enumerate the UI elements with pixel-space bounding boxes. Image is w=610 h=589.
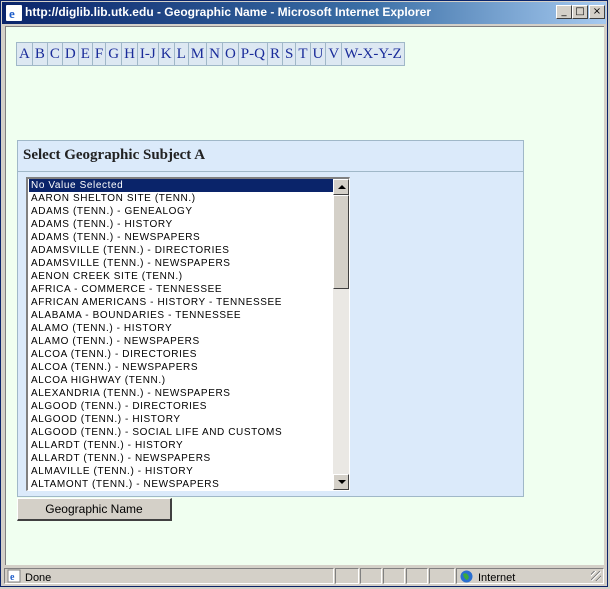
alpha-link[interactable]: I-J bbox=[138, 43, 159, 65]
window-title: http://diglib.lib.utk.edu - Geographic N… bbox=[25, 5, 432, 19]
alpha-link[interactable]: W-X-Y-Z bbox=[342, 43, 403, 65]
alpha-link[interactable]: G bbox=[106, 43, 123, 65]
svg-text:e: e bbox=[9, 6, 15, 21]
status-zone: Internet bbox=[456, 568, 604, 584]
list-item[interactable]: ALGOOD (TENN.) - DIRECTORIES bbox=[29, 400, 334, 413]
list-item[interactable]: ALTAMONT (TENN.) - NEWSPAPERS bbox=[29, 478, 334, 490]
maximize-button[interactable]: □ bbox=[572, 5, 588, 19]
alpha-link[interactable]: C bbox=[48, 43, 63, 65]
geographic-name-button[interactable]: Geographic Name bbox=[17, 498, 172, 521]
vertical-scrollbar[interactable] bbox=[333, 179, 349, 490]
alpha-link[interactable]: R bbox=[268, 43, 283, 65]
status-text: Done bbox=[25, 572, 52, 584]
list-item[interactable]: AFRICAN AMERICANS - HISTORY - TENNESSEE bbox=[29, 296, 334, 309]
geographic-subject-listbox[interactable]: No Value Selected AARON SHELTON SITE (TEN… bbox=[26, 177, 350, 491]
alpha-link[interactable]: A bbox=[17, 43, 33, 65]
zone-text: Internet bbox=[478, 572, 516, 584]
alpha-link[interactable]: B bbox=[33, 43, 48, 65]
alpha-link[interactable]: K bbox=[159, 43, 175, 65]
list-item[interactable]: ALGOOD (TENN.) - SOCIAL LIFE AND CUSTOMS bbox=[29, 426, 334, 439]
alphabet-nav: A B C D E F G H I-J K L M N O P-Q R S T U V W-X-Y-Z bbox=[16, 42, 405, 66]
page-icon: e bbox=[7, 569, 21, 583]
scroll-down-button[interactable] bbox=[333, 474, 349, 490]
svg-text:e: e bbox=[10, 572, 15, 583]
minimize-button[interactable]: _ bbox=[556, 5, 572, 19]
list-item[interactable]: ALAMO (TENN.) - HISTORY bbox=[29, 322, 334, 335]
list-item[interactable]: ADAMS (TENN.) - GENEALOGY bbox=[29, 205, 334, 218]
alpha-link[interactable]: N bbox=[207, 43, 223, 65]
list-item[interactable]: ALCOA (TENN.) - NEWSPAPERS bbox=[29, 361, 334, 374]
list-item-selected[interactable]: No Value Selected bbox=[29, 179, 334, 192]
list-item[interactable]: ALABAMA - BOUNDARIES - TENNESSEE bbox=[29, 309, 334, 322]
panel-heading: Select Geographic Subject A bbox=[23, 147, 206, 163]
page-content: A B C D E F G H I-J K L M N O P-Q R S T U V W-X-Y-Z Select G… bbox=[5, 26, 604, 565]
alpha-link[interactable]: V bbox=[326, 43, 343, 65]
list-item[interactable]: ALGOOD (TENN.) - HISTORY bbox=[29, 413, 334, 426]
panel-header: Select Geographic Subject A bbox=[18, 141, 523, 172]
list-item[interactable]: ALCOA (TENN.) - DIRECTORIES bbox=[29, 348, 334, 361]
alpha-link[interactable]: T bbox=[296, 43, 311, 65]
status-main: e Done bbox=[4, 568, 334, 584]
list-item[interactable]: AARON SHELTON SITE (TENN.) bbox=[29, 192, 334, 205]
list-item[interactable]: AENON CREEK SITE (TENN.) bbox=[29, 270, 334, 283]
list-item[interactable]: ALLARDT (TENN.) - HISTORY bbox=[29, 439, 334, 452]
alpha-link[interactable]: L bbox=[175, 43, 189, 65]
list-item[interactable]: ALCOA HIGHWAY (TENN.) bbox=[29, 374, 334, 387]
list-item[interactable]: ADAMS (TENN.) - HISTORY bbox=[29, 218, 334, 231]
status-cell bbox=[429, 568, 455, 584]
alpha-link[interactable]: H bbox=[122, 43, 138, 65]
list-item[interactable]: ADAMSVILLE (TENN.) - DIRECTORIES bbox=[29, 244, 334, 257]
list-item[interactable]: ADAMSVILLE (TENN.) - NEWSPAPERS bbox=[29, 257, 334, 270]
internet-explorer-icon: e bbox=[6, 5, 22, 21]
arrow-up-icon bbox=[338, 185, 346, 189]
alpha-link[interactable]: F bbox=[93, 43, 107, 65]
list-item[interactable]: ALEXANDRIA (TENN.) - NEWSPAPERS bbox=[29, 387, 334, 400]
close-button[interactable]: × bbox=[589, 5, 605, 19]
status-cell bbox=[335, 568, 359, 584]
status-cell bbox=[360, 568, 382, 584]
title-bar: e http://diglib.lib.utk.edu - Geographic… bbox=[2, 2, 606, 24]
alpha-link[interactable]: M bbox=[189, 43, 208, 65]
status-cell bbox=[383, 568, 405, 584]
scroll-thumb[interactable] bbox=[333, 195, 349, 289]
list-item[interactable]: AFRICA - COMMERCE - TENNESSEE bbox=[29, 283, 334, 296]
list-item[interactable]: ADAMS (TENN.) - NEWSPAPERS bbox=[29, 231, 334, 244]
alpha-link[interactable]: S bbox=[283, 43, 297, 65]
browser-window: e http://diglib.lib.utk.edu - Geographic… bbox=[0, 0, 608, 587]
alpha-link[interactable]: O bbox=[223, 43, 239, 65]
list-item[interactable]: ALLARDT (TENN.) - NEWSPAPERS bbox=[29, 452, 334, 465]
list-item[interactable]: ALAMO (TENN.) - NEWSPAPERS bbox=[29, 335, 334, 348]
list-item[interactable]: ALMAVILLE (TENN.) - HISTORY bbox=[29, 465, 334, 478]
alpha-link[interactable]: D bbox=[63, 43, 79, 65]
alpha-link[interactable]: E bbox=[79, 43, 93, 65]
status-bar: e Done Internet bbox=[2, 567, 606, 585]
arrow-down-icon bbox=[338, 480, 346, 484]
option-list: No Value Selected AARON SHELTON SITE (TEN… bbox=[29, 179, 334, 490]
alpha-link[interactable]: U bbox=[311, 43, 327, 65]
resize-grip[interactable] bbox=[591, 571, 601, 581]
subject-panel: Select Geographic Subject A No Value Sel… bbox=[17, 140, 524, 497]
status-cell bbox=[406, 568, 428, 584]
alpha-link[interactable]: P-Q bbox=[239, 43, 268, 65]
globe-icon bbox=[460, 570, 473, 583]
scroll-up-button[interactable] bbox=[333, 179, 349, 195]
